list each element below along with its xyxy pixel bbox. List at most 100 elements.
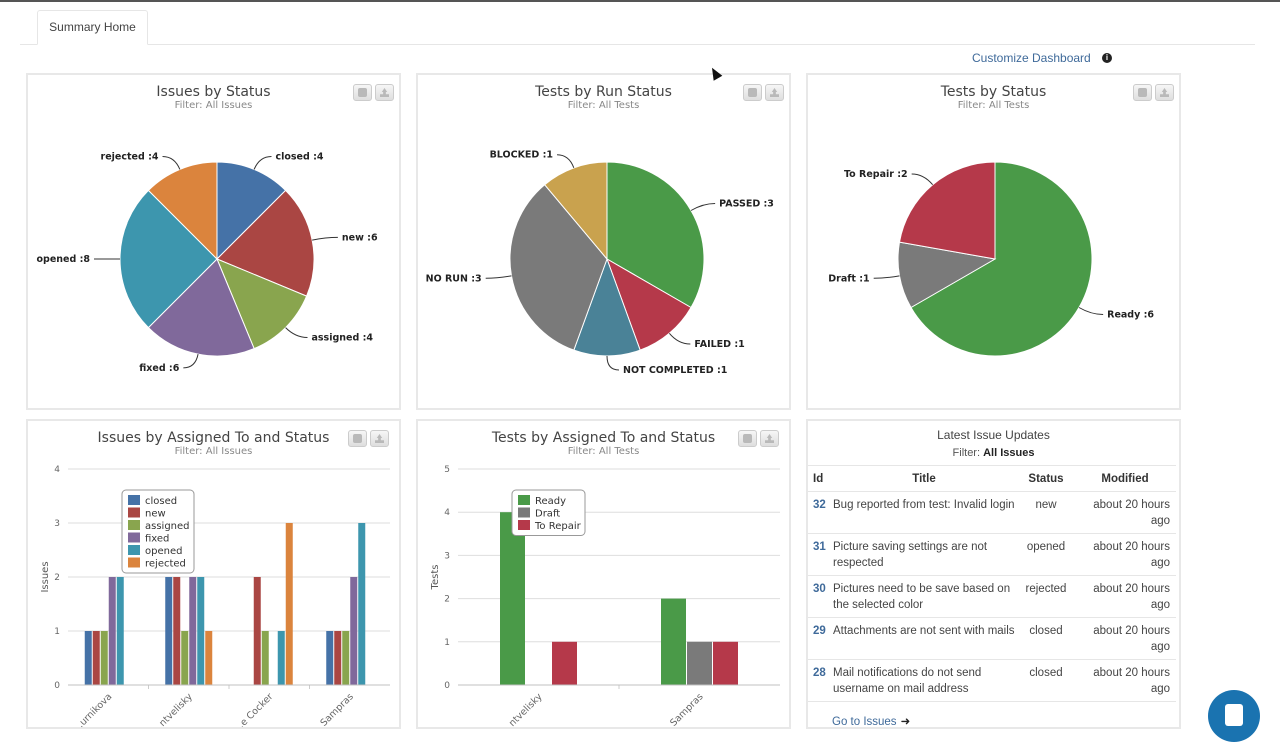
- y-axis-label: Issues: [40, 561, 51, 592]
- pie-data-label: BLOCKED :1: [490, 150, 553, 161]
- legend-swatch-new[interactable]: [128, 507, 140, 518]
- y-tick-label: 3: [444, 551, 450, 561]
- legend-label-assigned[interactable]: assigned: [145, 521, 190, 532]
- legend-swatch-rejected[interactable]: [128, 557, 140, 568]
- legend-label-ready[interactable]: Ready: [535, 496, 566, 507]
- y-tick-label: 5: [444, 465, 450, 475]
- table-row[interactable]: 31 Picture saving settings are not respe…: [808, 533, 1176, 576]
- table-row[interactable]: 28 Mail notifications do not send userna…: [808, 659, 1176, 702]
- bar-opened[interactable]: [277, 631, 285, 685]
- pie-connector: [312, 236, 338, 241]
- legend-label-to-repair[interactable]: To Repair: [534, 521, 582, 532]
- legend-swatch-to-repair[interactable]: [518, 520, 530, 530]
- column-header-id[interactable]: Id: [808, 465, 830, 492]
- column-header-status[interactable]: Status: [1018, 465, 1074, 492]
- bar-new[interactable]: [92, 631, 100, 685]
- legend-swatch-ready[interactable]: [518, 495, 530, 505]
- y-axis-label: Tests: [430, 565, 441, 591]
- issue-title: Picture saving settings are not respecte…: [830, 533, 1018, 576]
- legend-swatch-draft[interactable]: [518, 507, 530, 518]
- chat-icon: [1225, 704, 1243, 726]
- latest-issue-updates-panel: Latest Issue Updates Filter: All Issues …: [806, 419, 1181, 729]
- bar-assigned[interactable]: [100, 631, 108, 685]
- bar-fixed[interactable]: [350, 577, 358, 685]
- bar-new[interactable]: [334, 631, 342, 685]
- issue-id-link[interactable]: 28: [808, 659, 830, 702]
- legend-label-draft[interactable]: Draft: [535, 509, 560, 520]
- issues-by-assigned-panel: Issues by Assigned To and Status Filter:…: [26, 419, 401, 729]
- bar-opened[interactable]: [116, 577, 124, 685]
- table-row[interactable]: 30 Pictures need to be save based on the…: [808, 575, 1176, 618]
- bar-assigned[interactable]: [342, 631, 350, 685]
- legend-label-closed[interactable]: closed: [145, 496, 177, 507]
- chat-widget-button[interactable]: [1208, 690, 1260, 742]
- window-top-border: [0, 0, 1280, 2]
- bar-opened[interactable]: [197, 577, 205, 685]
- pie-connector: [690, 203, 716, 211]
- panel-title: Latest Issue Updates: [937, 428, 1050, 442]
- pie-connector: [873, 275, 900, 279]
- table-row[interactable]: 29 Attachments are not sent with mails c…: [808, 617, 1176, 660]
- legend-swatch-opened[interactable]: [128, 545, 140, 555]
- bar-rejected[interactable]: [285, 523, 293, 685]
- issue-id-link[interactable]: 31: [808, 533, 830, 576]
- bar-assigned[interactable]: [181, 631, 189, 685]
- issue-status: new: [1018, 491, 1074, 534]
- issue-title: Mail notifications do not send username …: [830, 659, 1018, 702]
- pie-connector: [557, 154, 575, 169]
- issue-title: Pictures need to be save based on the se…: [830, 575, 1018, 618]
- legend-label-rejected[interactable]: rejected: [145, 559, 186, 570]
- legend-label-new[interactable]: new: [145, 509, 166, 520]
- bar-assigned[interactable]: [261, 631, 269, 685]
- customize-dashboard-link[interactable]: Customize Dashboard: [972, 51, 1091, 65]
- legend-swatch-closed[interactable]: [128, 495, 140, 505]
- bar-to-repair[interactable]: [713, 641, 738, 685]
- legend-label-fixed[interactable]: fixed: [145, 534, 169, 545]
- pie-slice-to-repair[interactable]: [898, 161, 996, 260]
- bar-new[interactable]: [253, 577, 261, 685]
- issues-table: Id Title Status Modified 32 Bug reported…: [808, 465, 1176, 702]
- info-icon[interactable]: i: [1102, 53, 1112, 63]
- bar-ready[interactable]: [500, 512, 525, 685]
- bar-fixed[interactable]: [189, 577, 197, 685]
- x-tick-label: …ntvelisky: [151, 691, 196, 727]
- issue-modified: about 20 hours ago: [1074, 491, 1176, 534]
- y-tick-label: 4: [54, 465, 60, 475]
- bar-ready[interactable]: [661, 598, 686, 685]
- pie-chart: Ready :6 Draft :1 To Repair :2: [828, 161, 1154, 357]
- y-tick-label: 1: [54, 627, 60, 637]
- pie-data-label: FAILED :1: [694, 339, 744, 350]
- table-row[interactable]: 32 Bug reported from test: Invalid login…: [808, 491, 1176, 534]
- bar-closed[interactable]: [165, 577, 173, 685]
- bar-closed[interactable]: [326, 631, 334, 685]
- bar-rejected[interactable]: [205, 631, 213, 685]
- x-tick-label: …ntvelisky: [500, 691, 545, 727]
- column-header-title[interactable]: Title: [830, 465, 1018, 492]
- bar-draft[interactable]: [687, 641, 712, 685]
- bar-to-repair[interactable]: [552, 641, 577, 685]
- column-header-modified[interactable]: Modified: [1074, 465, 1176, 492]
- go-to-issues-link[interactable]: Go to Issues ➜: [832, 714, 910, 728]
- legend-swatch-assigned[interactable]: [128, 520, 140, 530]
- x-tick-label: …e Cocker: [232, 691, 276, 727]
- bar-closed[interactable]: [84, 631, 92, 685]
- arrow-right-icon: ➜: [900, 716, 911, 728]
- pie-data-label: fixed :6: [139, 363, 180, 374]
- issue-status: opened: [1018, 533, 1074, 576]
- bar-opened[interactable]: [358, 523, 366, 685]
- tab-bar: Summary Home: [20, 10, 1255, 45]
- legend-swatch-fixed[interactable]: [128, 532, 140, 543]
- bar-chart: 0 1 2 3 4 5 Tests …ntvelisky Sampras Ready DraftTo…: [430, 465, 780, 727]
- y-tick-label: 4: [444, 508, 450, 518]
- legend-label-opened[interactable]: opened: [145, 546, 182, 557]
- bar-new[interactable]: [173, 577, 181, 685]
- y-tick-label: 0: [444, 681, 450, 691]
- pie-connector: [606, 355, 620, 371]
- issue-id-link[interactable]: 29: [808, 617, 830, 660]
- tab-summary-home[interactable]: Summary Home: [37, 10, 148, 45]
- issue-id-link[interactable]: 30: [808, 575, 830, 618]
- pie-data-label: Ready :6: [1107, 310, 1154, 321]
- issue-id-link[interactable]: 32: [808, 491, 830, 534]
- bar-fixed[interactable]: [108, 577, 116, 685]
- issue-title: Bug reported from test: Invalid login: [830, 491, 1018, 534]
